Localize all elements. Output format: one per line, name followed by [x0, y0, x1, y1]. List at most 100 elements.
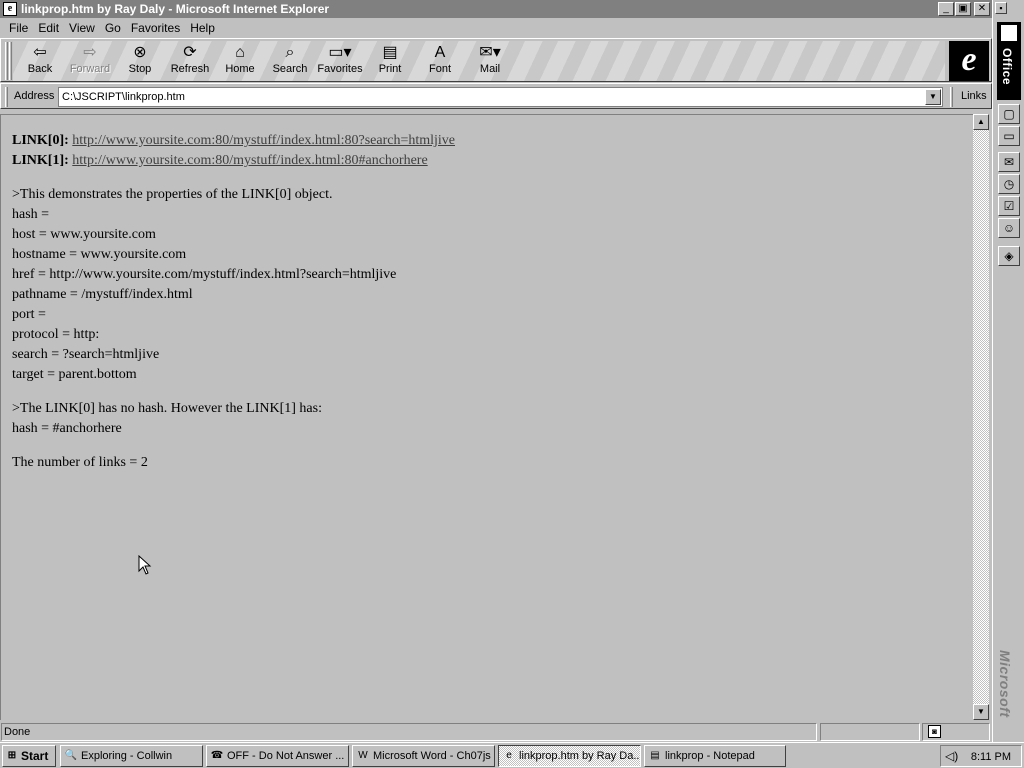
- page-content: LINK[0]: http://www.yoursite.com:80/myst…: [0, 114, 973, 720]
- search-label: Search: [272, 63, 308, 75]
- notepad-icon: ▤: [650, 750, 660, 761]
- task-icon[interactable]: ☑: [998, 196, 1020, 216]
- system-tray: ◁) 8:11 PM: [940, 745, 1022, 767]
- property-line: protocol = http:: [12, 327, 100, 342]
- home-button[interactable]: ⌂ Home: [215, 43, 265, 79]
- menu-file[interactable]: File: [4, 21, 33, 35]
- ie-logo: e: [949, 41, 989, 81]
- link-1-url[interactable]: http://www.yoursite.com:80/mystuff/index…: [72, 153, 427, 168]
- property-line: pathname = /mystuff/index.html: [12, 287, 193, 302]
- hash-note-line: >The LINK[0] has no hash. However the LI…: [12, 401, 322, 416]
- address-grip[interactable]: [5, 87, 8, 107]
- property-line: hash =: [12, 207, 50, 222]
- ie-window-icon[interactable]: e: [3, 2, 17, 16]
- office-emblem-icon: [1001, 25, 1017, 41]
- link-0-line: LINK[0]: http://www.yoursite.com:80/myst…: [12, 131, 973, 151]
- print-label: Print: [378, 63, 402, 75]
- home-icon: ⌂: [235, 44, 245, 61]
- scroll-up-icon[interactable]: ▲: [973, 114, 989, 130]
- office-logo[interactable]: Office: [997, 22, 1021, 100]
- taskbar-button[interactable]: e linkprop.htm by Ray Da...: [498, 745, 641, 767]
- taskbar-button[interactable]: ☎ OFF - Do Not Answer ...: [206, 745, 349, 767]
- close-button[interactable]: ✕: [974, 2, 990, 16]
- property-line: hostname = www.yoursite.com: [12, 247, 187, 262]
- toolbar-grip[interactable]: [9, 42, 12, 80]
- link-0-url[interactable]: http://www.yoursite.com:80/mystuff/index…: [72, 133, 455, 148]
- search-button[interactable]: ⌕ Search: [265, 43, 315, 79]
- standard-toolbar: ⇦ Back ⇨ Forward ⊗ Stop ⟳ Refresh ⌂ Home ⌕ Search ▭▾…: [0, 38, 992, 82]
- stop-icon: ⊗: [133, 44, 147, 61]
- office-shortcut-bar: ▪ Office ▢ ▭ ✉ ◷ ☑ ☺ ◈ Microsoft: [992, 0, 1024, 742]
- status-pane: [820, 723, 920, 741]
- restore-button[interactable]: ▣: [955, 2, 971, 16]
- zone-icon: ◙: [928, 725, 941, 738]
- title-bar[interactable]: e linkprop.htm by Ray Daly - Microsoft I…: [0, 0, 992, 18]
- forward-button: ⇨ Forward: [65, 43, 115, 79]
- scroll-down-icon[interactable]: ▼: [973, 704, 989, 720]
- appointment-icon[interactable]: ◷: [998, 174, 1020, 194]
- address-bar: Address ▼ Links: [0, 83, 992, 109]
- property-line: target = parent.bottom: [12, 367, 137, 382]
- menu-edit[interactable]: Edit: [33, 21, 64, 35]
- word-icon: W: [358, 750, 368, 761]
- menu-go[interactable]: Go: [100, 21, 126, 35]
- back-button[interactable]: ⇦ Back: [15, 43, 65, 79]
- minimize-button[interactable]: _: [938, 2, 954, 16]
- forward-label: Forward: [69, 63, 111, 75]
- toolbar-grip[interactable]: [5, 42, 8, 80]
- home-label: Home: [225, 63, 255, 75]
- favorites-button[interactable]: ▭▾ Favorites: [315, 43, 365, 79]
- book-icon[interactable]: ◈: [998, 246, 1020, 266]
- taskbar: ⊞ Start 🔍 Exploring - Collwin ☎ OFF - Do No…: [0, 742, 1024, 768]
- taskbar-button-label: linkprop - Notepad: [665, 750, 755, 762]
- font-button[interactable]: A Font: [415, 43, 465, 79]
- property-line: >This demonstrates the properties of the…: [12, 187, 333, 202]
- refresh-icon: ⟳: [183, 44, 197, 61]
- new-document-icon[interactable]: ▢: [998, 104, 1020, 124]
- status-text: Done: [1, 723, 817, 741]
- refresh-button[interactable]: ⟳ Refresh: [165, 43, 215, 79]
- hash-note: >The LINK[0] has no hash. However the LI…: [12, 399, 973, 439]
- link-properties: >This demonstrates the properties of the…: [12, 185, 973, 385]
- taskbar-button-label: OFF - Do Not Answer ...: [227, 750, 345, 762]
- menu-favorites[interactable]: Favorites: [126, 21, 185, 35]
- microsoft-wordmark: Microsoft: [997, 650, 1013, 718]
- windows-logo-icon: ⊞: [7, 750, 17, 761]
- menu-bar: File Edit View Go Favorites Help: [0, 18, 992, 38]
- links-button[interactable]: Links: [961, 90, 987, 102]
- clock[interactable]: 8:11 PM: [971, 747, 1011, 767]
- open-document-icon[interactable]: ▭: [998, 126, 1020, 146]
- menu-view[interactable]: View: [64, 21, 100, 35]
- office-title: Office: [1000, 48, 1014, 86]
- forward-arrow-icon: ⇨: [83, 44, 97, 61]
- print-button[interactable]: ▤ Print: [365, 43, 415, 79]
- start-label: Start: [21, 749, 49, 763]
- explorer-icon: 🔍: [64, 750, 78, 761]
- send-message-icon[interactable]: ✉: [998, 152, 1020, 172]
- property-line: search = ?search=htmljive: [12, 347, 160, 362]
- address-field[interactable]: ▼: [58, 87, 943, 107]
- stop-button[interactable]: ⊗ Stop: [115, 43, 165, 79]
- chevron-down-icon[interactable]: ▼: [925, 89, 941, 105]
- window-title: linkprop.htm by Ray Daly - Microsoft Int…: [21, 2, 330, 16]
- taskbar-button[interactable]: W Microsoft Word - Ch07js: [352, 745, 495, 767]
- font-label: Font: [428, 63, 451, 75]
- mail-button[interactable]: ✉▾ Mail: [465, 43, 515, 79]
- speaker-icon[interactable]: ◁): [945, 746, 958, 766]
- menu-help[interactable]: Help: [185, 21, 220, 35]
- font-icon: A: [434, 44, 446, 61]
- links-grip[interactable]: [950, 87, 953, 107]
- vertical-scrollbar[interactable]: ▲ ▼: [973, 114, 989, 720]
- office-bar-menu-icon[interactable]: ▪: [995, 2, 1007, 14]
- refresh-label: Refresh: [170, 63, 210, 75]
- search-icon: ⌕: [285, 44, 295, 61]
- taskbar-button[interactable]: ▤ linkprop - Notepad: [644, 745, 786, 767]
- mouse-cursor-icon: [138, 555, 152, 575]
- phone-icon: ☎: [210, 750, 224, 761]
- mail-label: Mail: [479, 63, 501, 75]
- contact-icon[interactable]: ☺: [998, 218, 1020, 238]
- taskbar-button[interactable]: 🔍 Exploring - Collwin: [60, 745, 203, 767]
- address-input[interactable]: [62, 90, 922, 104]
- taskbar-button-label: linkprop.htm by Ray Da...: [519, 750, 641, 762]
- start-button[interactable]: ⊞ Start: [2, 745, 56, 767]
